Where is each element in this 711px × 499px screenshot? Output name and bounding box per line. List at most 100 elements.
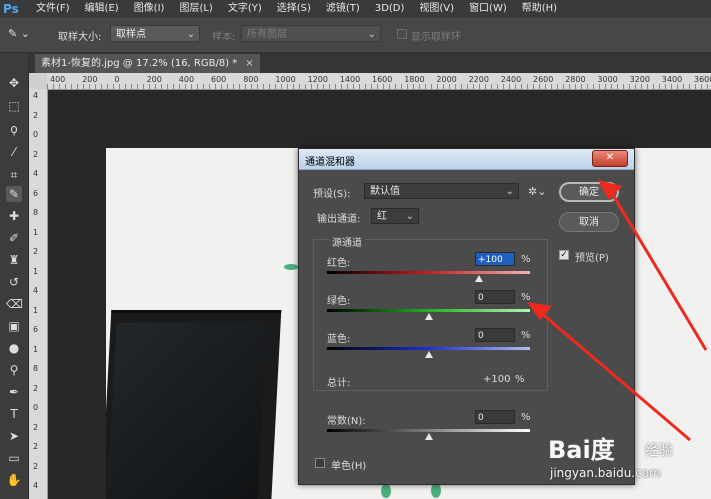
marquee-tool-icon[interactable]: ⬚ bbox=[6, 98, 22, 114]
output-channel-label: 输出通道: bbox=[317, 214, 361, 225]
menu-help[interactable]: 帮助(H) bbox=[522, 0, 557, 18]
laptop-photo bbox=[106, 310, 282, 499]
history-brush-tool-icon[interactable]: ↺ bbox=[6, 274, 22, 290]
ruler-v-tick-label: 4 bbox=[33, 481, 39, 490]
plant-leaf bbox=[284, 264, 298, 270]
pen-tool-icon[interactable]: ✒ bbox=[6, 384, 22, 400]
ruler-v-tick-label: 6 bbox=[33, 188, 39, 198]
healing-brush-tool-icon[interactable]: ✚ bbox=[6, 208, 22, 224]
ruler-h-tick-label: 2200 bbox=[468, 75, 489, 84]
menu-edit[interactable]: 编辑(E) bbox=[85, 0, 119, 18]
sample-size-label: 取样大小: bbox=[58, 32, 102, 43]
ruler-v-tick-label: 4 bbox=[33, 286, 39, 295]
gear-icon[interactable]: ✲⌄ bbox=[528, 185, 546, 198]
clone-stamp-tool-icon[interactable]: ♜ bbox=[6, 252, 22, 268]
close-icon[interactable]: × bbox=[245, 58, 253, 69]
menu-3d[interactable]: 3D(D) bbox=[375, 0, 405, 18]
plant-leaf bbox=[431, 483, 441, 498]
chevron-down-icon: ⌄ bbox=[405, 211, 414, 222]
show-ring-label: 显示取样环 bbox=[411, 32, 461, 43]
ruler-h-tick-label: 3200 bbox=[629, 75, 650, 84]
menu-file[interactable]: 文件(F) bbox=[36, 0, 70, 18]
ruler-v-tick-label: 8 bbox=[33, 208, 39, 217]
ruler-v-tick-label: 2 bbox=[33, 110, 39, 120]
options-bar: ✎ ⌄ 取样大小: 取样点 ⌄ 样本: 所有图层 ⌄ 显示取样环 bbox=[0, 18, 711, 53]
total-unit: % bbox=[515, 374, 525, 385]
move-tool-icon[interactable]: ✥ bbox=[6, 75, 22, 91]
horizontal-ruler[interactable]: 400 200 0 200 400 600 800 1000 1200 1400 1600 1800 2… bbox=[47, 73, 711, 90]
crop-tool-icon[interactable]: ⌗ bbox=[6, 167, 22, 183]
eraser-tool-icon[interactable]: ⌫ bbox=[6, 296, 23, 312]
preview-checkbox[interactable]: ✓ bbox=[559, 250, 569, 260]
dodge-tool-icon[interactable]: ⚲ bbox=[6, 362, 22, 378]
green-channel-slider-thumb[interactable] bbox=[424, 313, 433, 320]
ruler-v-tick-label: 1 bbox=[33, 305, 39, 315]
green-channel-unit: % bbox=[521, 292, 531, 303]
green-channel-slider-track[interactable] bbox=[327, 309, 530, 312]
magic-wand-tool-icon[interactable]: ⁄ bbox=[6, 144, 22, 160]
hand-tool-icon[interactable]: ✋ bbox=[6, 472, 22, 488]
output-channel-select[interactable]: 红 ⌄ bbox=[371, 208, 419, 224]
eyedropper-tool-icon[interactable]: ✎ bbox=[6, 186, 22, 202]
document-tab-bar: 素材1-恢复的.jpg @ 17.2% (16, RGB/8) * × bbox=[29, 53, 711, 73]
preview-label: 预览(P) bbox=[575, 253, 609, 264]
constant-slider-track[interactable] bbox=[327, 429, 530, 432]
preset-select[interactable]: 默认值 ⌄ bbox=[364, 183, 519, 199]
dialog-title-bar[interactable]: 通道混和器 ✕ bbox=[299, 149, 634, 170]
constant-label: 常数(N): bbox=[327, 416, 366, 427]
ruler-v-tick-label: 8 bbox=[33, 364, 39, 373]
eyedropper-tool-preset[interactable]: ✎ ⌄ bbox=[8, 27, 38, 43]
brush-tool-icon[interactable]: ✐ bbox=[6, 230, 22, 246]
gradient-tool-icon[interactable]: ▣ bbox=[6, 318, 22, 334]
ok-button[interactable]: 确定 bbox=[559, 182, 619, 202]
constant-slider-thumb[interactable] bbox=[425, 433, 433, 440]
ruler-h-tick-label: 400 bbox=[178, 75, 195, 84]
blue-channel-slider-thumb[interactable] bbox=[424, 351, 433, 358]
total-value: +100 bbox=[483, 374, 511, 385]
sample-select[interactable]: 所有图层 ⌄ bbox=[241, 25, 381, 42]
ruler-h-tick-label: 1200 bbox=[307, 75, 328, 84]
menu-select[interactable]: 选择(S) bbox=[277, 0, 311, 18]
blue-channel-slider-track[interactable] bbox=[327, 347, 530, 350]
ruler-h-tick-label: 1800 bbox=[404, 75, 425, 84]
red-channel-input[interactable]: +100 bbox=[475, 252, 515, 266]
red-channel-label: 红色: bbox=[327, 258, 351, 269]
path-selection-tool-icon[interactable]: ➤ bbox=[6, 428, 22, 444]
menu-image[interactable]: 图像(I) bbox=[134, 0, 165, 18]
green-channel-input[interactable]: 0 bbox=[475, 290, 515, 304]
preset-value: 默认值 bbox=[370, 186, 400, 197]
type-tool-icon[interactable]: T bbox=[6, 406, 22, 422]
rectangle-tool-icon[interactable]: ▭ bbox=[6, 450, 22, 466]
red-channel-slider-thumb[interactable] bbox=[475, 275, 484, 282]
sample-size-select[interactable]: 取样点 ⌄ bbox=[110, 25, 200, 42]
show-ring-checkbox[interactable] bbox=[397, 29, 407, 39]
menu-window[interactable]: 窗口(W) bbox=[469, 0, 507, 18]
vertical-ruler[interactable]: 4 2 0 2 4 6 8 1 2 1 4 1 6 1 8 2 0 2 2 2 4 bbox=[29, 89, 48, 499]
green-channel-label: 绿色: bbox=[327, 296, 351, 307]
ruler-h-tick-label: 1600 bbox=[372, 75, 393, 84]
cancel-button[interactable]: 取消 bbox=[559, 212, 619, 232]
ruler-v-tick-label: 6 bbox=[33, 325, 39, 334]
ruler-v-tick-label: 0 bbox=[33, 130, 39, 139]
lasso-tool-icon[interactable]: ϙ bbox=[6, 121, 22, 137]
blur-tool-icon[interactable]: ● bbox=[6, 340, 22, 356]
menu-layer[interactable]: 图层(L) bbox=[179, 0, 212, 18]
watermark-cn: 经验 bbox=[645, 443, 673, 459]
red-channel-slider-track[interactable] bbox=[327, 271, 530, 274]
ruler-h-tick-label: 2800 bbox=[565, 75, 586, 84]
ruler-h-tick-label: 400 bbox=[50, 75, 66, 84]
menu-view[interactable]: 视图(V) bbox=[419, 0, 454, 18]
red-channel-unit: % bbox=[521, 254, 531, 265]
monochrome-checkbox[interactable] bbox=[315, 458, 325, 468]
ruler-corner[interactable] bbox=[29, 73, 48, 90]
dialog-close-button[interactable]: ✕ bbox=[592, 150, 628, 167]
constant-input[interactable]: 0 bbox=[475, 410, 515, 424]
ruler-h-tick-label: 1000 bbox=[275, 75, 296, 84]
menu-type[interactable]: 文字(Y) bbox=[228, 0, 262, 18]
document-tab[interactable]: 素材1-恢复的.jpg @ 17.2% (16, RGB/8) * × bbox=[35, 54, 260, 73]
blue-channel-input[interactable]: 0 bbox=[475, 328, 515, 342]
ruler-v-tick-label: 1 bbox=[33, 266, 39, 276]
menu-filter[interactable]: 滤镜(T) bbox=[326, 0, 360, 18]
ruler-h-tick-label: 1400 bbox=[339, 75, 361, 84]
sample-value: 所有图层 bbox=[247, 29, 287, 40]
